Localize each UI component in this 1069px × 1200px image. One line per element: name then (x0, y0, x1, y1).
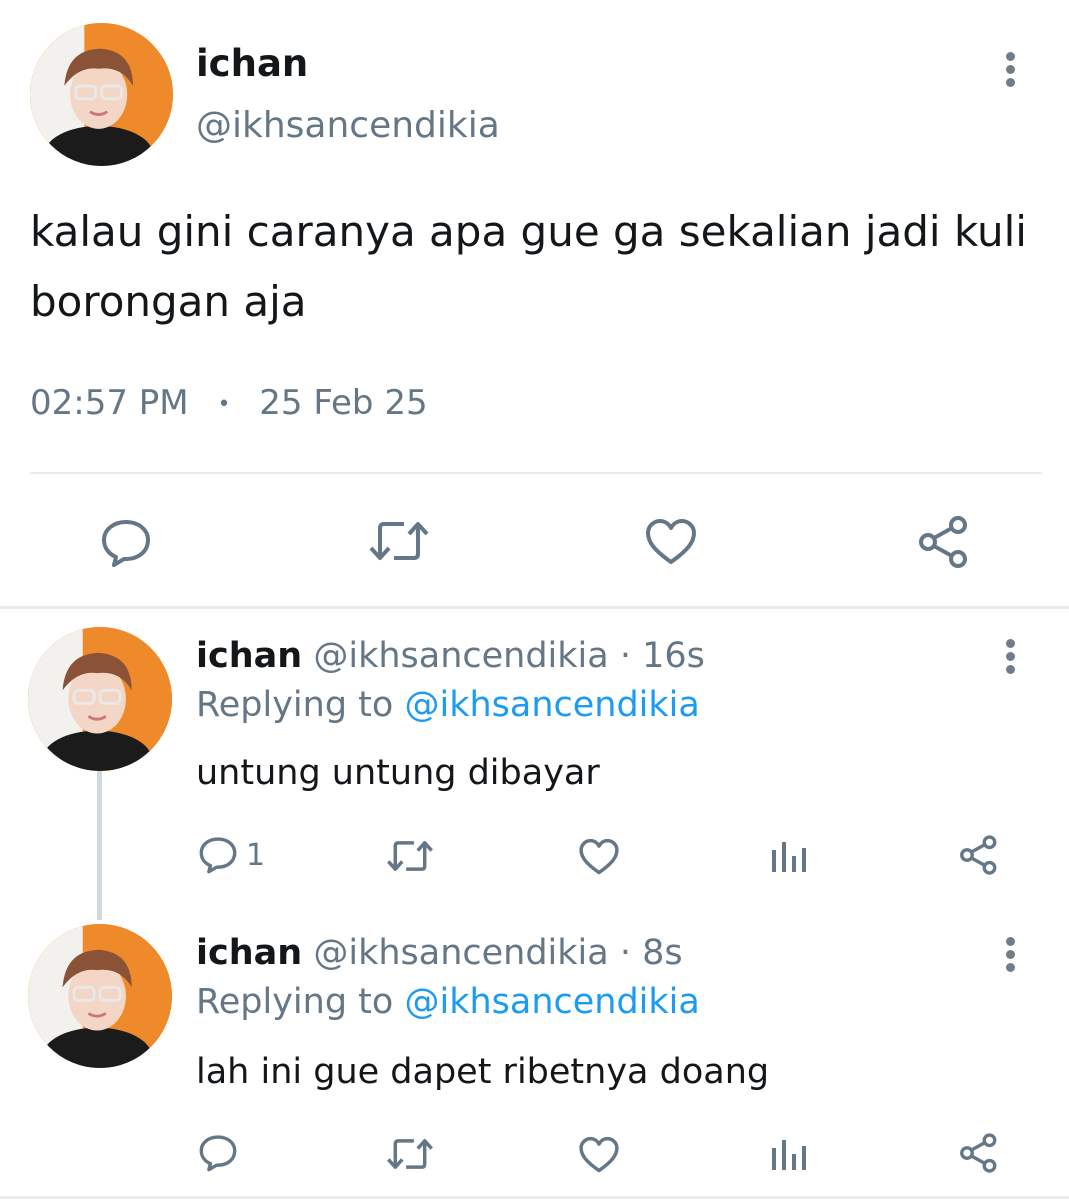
more-options-icon[interactable] (1004, 937, 1016, 976)
replying-to-label: Replying to (196, 982, 394, 1022)
tweet-time: 02:57 PM (30, 383, 189, 423)
reply-handle-time[interactable]: @ikhsancendikia · 8s (313, 933, 682, 973)
reply-display-name[interactable]: ichan (196, 933, 302, 973)
like-icon (579, 838, 619, 875)
user-handle[interactable]: @ikhsancendikia (196, 105, 500, 146)
analytics-icon (772, 842, 806, 872)
replying-to: Replying to @ikhsancendikia (196, 982, 700, 1022)
replying-to-label: Replying to (196, 685, 394, 725)
more-options-icon[interactable] (1004, 52, 1016, 91)
replying-to: Replying to @ikhsancendikia (196, 685, 700, 725)
share-button[interactable] (958, 1132, 1000, 1174)
share-icon (919, 516, 967, 568)
reply-button[interactable] (100, 518, 152, 568)
reply-text: lah ini gue dapet ribetnya doang (196, 1052, 770, 1092)
reply-count: 1 (246, 837, 266, 873)
tweet-timestamp: 02:57 PM • 25 Feb 25 (30, 383, 428, 423)
analytics-button[interactable] (770, 1138, 808, 1172)
like-button[interactable] (578, 838, 620, 876)
retweet-icon (387, 841, 433, 871)
display-name[interactable]: ichan (196, 42, 308, 85)
like-icon (646, 519, 696, 564)
reply-text: untung untung dibayar (196, 753, 600, 793)
reply-button[interactable]: 1 (198, 836, 265, 874)
retweet-button[interactable] (386, 838, 434, 874)
retweet-button[interactable] (386, 1136, 434, 1172)
divider (30, 472, 1042, 474)
tweet-date: 25 Feb 25 (259, 383, 428, 423)
tweet-text-line1: kalau gini caranya apa gue ga sekalian j… (30, 207, 1027, 256)
reply-icon (199, 837, 237, 874)
share-button[interactable] (916, 514, 972, 570)
bottom-divider (0, 1196, 1069, 1199)
thread-line (97, 770, 102, 920)
main-avatar[interactable] (30, 23, 173, 166)
share-button[interactable] (958, 834, 1000, 876)
timestamp-separator: • (217, 392, 231, 417)
share-icon (960, 1133, 997, 1173)
replying-to-link[interactable]: @ikhsancendikia (404, 685, 699, 725)
reply-handle-time[interactable]: @ikhsancendikia · 16s (313, 636, 705, 676)
reply-display-name[interactable]: ichan (196, 636, 302, 676)
like-button[interactable] (644, 518, 698, 566)
more-options-icon[interactable] (1004, 639, 1016, 678)
reply-button[interactable] (198, 1134, 238, 1172)
retweet-icon (369, 522, 429, 560)
reply-header: ichan @ikhsancendikia · 16s (196, 636, 705, 676)
like-icon (579, 1136, 619, 1173)
retweet-button[interactable] (368, 518, 430, 564)
analytics-icon (772, 1140, 806, 1170)
reply-avatar[interactable] (28, 627, 172, 771)
share-icon (960, 835, 997, 875)
reply-header: ichan @ikhsancendikia · 8s (196, 933, 683, 973)
section-divider (0, 606, 1069, 609)
reply-icon (199, 1135, 237, 1172)
retweet-icon (387, 1139, 433, 1169)
replying-to-link[interactable]: @ikhsancendikia (404, 982, 699, 1022)
reply-icon (102, 520, 150, 567)
analytics-button[interactable] (770, 840, 808, 874)
reply-avatar[interactable] (28, 924, 172, 1068)
tweet-text-line2: borongan aja (30, 277, 307, 326)
like-button[interactable] (578, 1136, 620, 1174)
